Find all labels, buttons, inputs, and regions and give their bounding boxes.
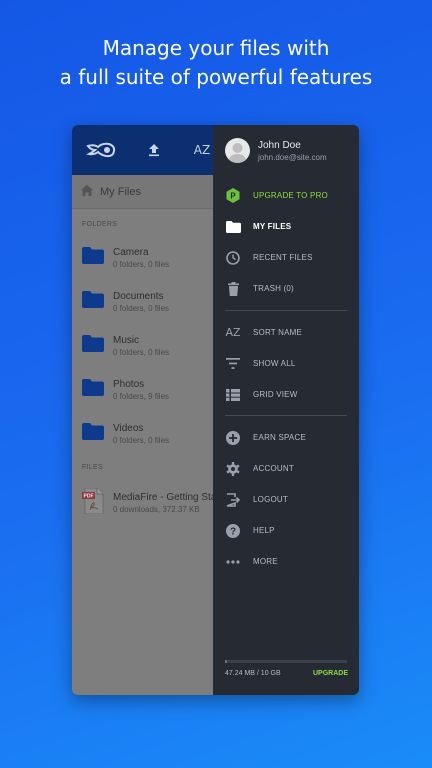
folder-name: Photos [113, 379, 145, 390]
nav-label: SORT NAME [253, 328, 303, 337]
file-name: MediaFire - Getting Star [113, 492, 220, 503]
storage-usage-bar [225, 660, 347, 663]
nav-label: GRID VIEW [253, 390, 298, 399]
pdf-file-icon: PDF [72, 487, 113, 519]
logout-icon [213, 492, 253, 507]
folder-icon [213, 220, 253, 233]
home-icon[interactable] [81, 184, 93, 199]
folder-meta: 0 folders, 0 files [113, 260, 170, 269]
nav-item-sort-name[interactable]: AZ SORT NAME [213, 317, 359, 348]
storage-usage-text: 47.24 MB / 10 GB [225, 670, 281, 677]
folder-meta: 0 folders, 0 files [113, 436, 170, 445]
folder-name: Documents [113, 291, 164, 302]
sort-az-label: AZ [193, 143, 211, 157]
divider [225, 415, 347, 416]
phone-screen: AZ My Files FOLDERS Camera 0 folders, 0 f… [72, 125, 359, 695]
folder-icon [72, 335, 113, 357]
more-icon [213, 559, 253, 564]
folder-meta: 0 folders, 0 files [113, 348, 170, 357]
upgrade-link[interactable]: UPGRADE [313, 670, 348, 677]
folder-name: Camera [113, 247, 149, 258]
plus-circle-icon [213, 430, 253, 445]
nav-item-grid-view[interactable]: GRID VIEW [213, 379, 359, 410]
nav-label: HELP [253, 526, 275, 535]
section-label-files: FILES [82, 464, 103, 471]
section-label-folders: FOLDERS [82, 221, 118, 228]
sort-az-glyph: AZ [225, 326, 241, 339]
nav-label: MY FILES [253, 222, 292, 231]
nav-label: ACCOUNT [253, 464, 294, 473]
headline-line-2: a full suite of powerful features [59, 65, 373, 89]
nav-item-logout[interactable]: LOGOUT [213, 484, 359, 515]
nav-item-earn-space[interactable]: EARN SPACE [213, 422, 359, 453]
nav-label: LOGOUT [253, 495, 288, 504]
nav-label: EARN SPACE [253, 433, 306, 442]
nav-item-more[interactable]: MORE [213, 546, 359, 577]
folder-name: Music [113, 335, 140, 346]
nav-label: RECENT FILES [253, 253, 313, 262]
pro-badge-letter: P [230, 192, 236, 201]
nav-item-account[interactable]: ACCOUNT [213, 453, 359, 484]
nav-label: SHOW ALL [253, 359, 296, 368]
nav-item-my-files[interactable]: MY FILES [213, 211, 359, 242]
clock-icon [213, 250, 253, 265]
pdf-badge: PDF [84, 493, 94, 499]
nav-label: TRASH (0) [253, 284, 294, 293]
nav-item-trash[interactable]: TRASH (0) [213, 273, 359, 304]
promo-headline: Manage your files with a full suite of p… [0, 34, 432, 92]
file-meta: 0 downloads, 372.37 KB [113, 505, 200, 514]
trash-icon [213, 281, 253, 296]
nav-item-help[interactable]: ? HELP [213, 515, 359, 546]
nav-item-recent-files[interactable]: RECENT FILES [213, 242, 359, 273]
svg-text:?: ? [230, 526, 236, 537]
nav-item-upgrade-to-pro[interactable]: P UPGRADE TO PRO [213, 180, 359, 211]
folder-icon [72, 247, 113, 269]
folder-meta: 0 folders, 9 files [113, 392, 170, 401]
nav-label: UPGRADE TO PRO [253, 191, 328, 200]
user-email: john.doe@site.com [258, 152, 327, 162]
divider [225, 310, 347, 311]
mediafire-logo-icon[interactable] [72, 125, 130, 175]
help-icon: ? [213, 523, 253, 538]
grid-view-icon [213, 388, 253, 401]
storage-usage-fill [225, 660, 227, 663]
folder-icon [72, 423, 113, 445]
folder-icon [72, 291, 113, 313]
folder-name: Videos [113, 423, 144, 434]
filter-icon [213, 358, 253, 369]
nav-label: MORE [253, 557, 278, 566]
pro-badge-icon: P [213, 188, 253, 203]
folder-icon [72, 379, 113, 401]
breadcrumb-label: My Files [100, 185, 141, 198]
gear-icon [213, 461, 253, 476]
user-name: John Doe [258, 139, 301, 151]
nav-item-show-all[interactable]: SHOW ALL [213, 348, 359, 379]
avatar [225, 138, 250, 163]
upload-icon[interactable] [130, 125, 178, 175]
navigation-drawer: John Doe john.doe@site.com P UPGRADE TO … [213, 125, 359, 695]
sort-az-icon: AZ [213, 326, 253, 339]
user-profile[interactable]: John Doe john.doe@site.com [225, 138, 327, 163]
folder-meta: 0 folders, 0 files [113, 304, 170, 313]
headline-line-1: Manage your files with [102, 36, 330, 60]
